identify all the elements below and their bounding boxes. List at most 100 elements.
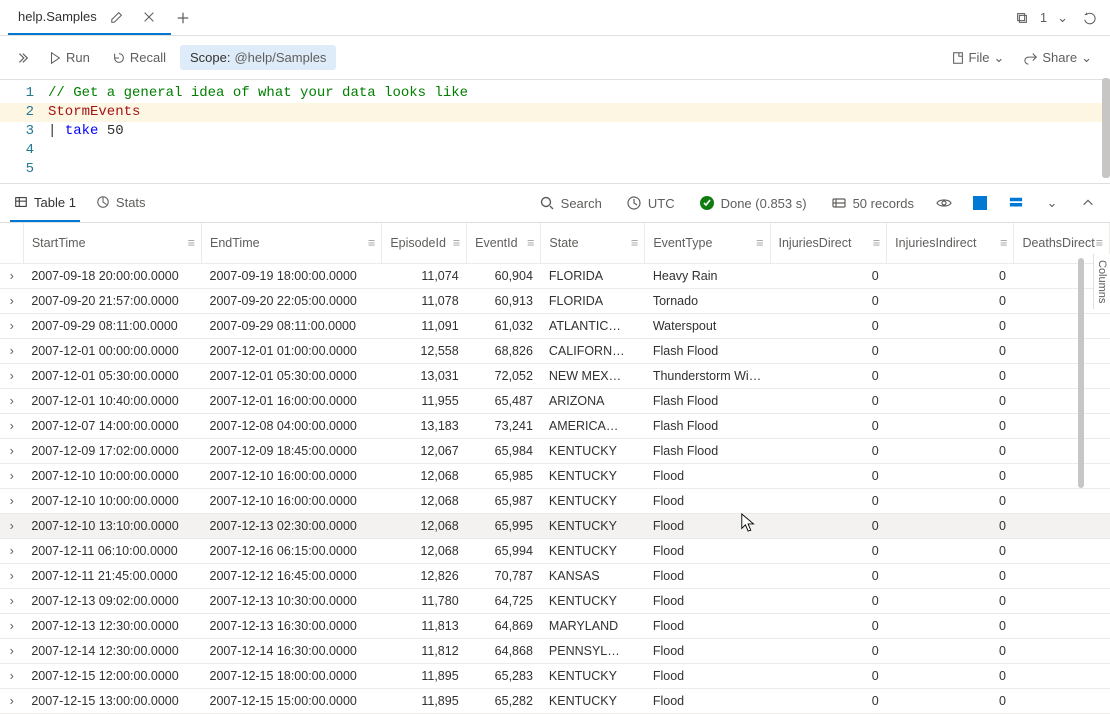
chevron-down-icon[interactable]: ⌄ — [1053, 10, 1072, 26]
table-row[interactable]: ›2007-12-10 10:00:00.00002007-12-10 16:0… — [0, 488, 1110, 513]
hamburger-icon[interactable]: ≡ — [631, 236, 638, 250]
expand-row-icon[interactable]: › — [10, 619, 14, 633]
expand-row-icon[interactable]: › — [10, 294, 14, 308]
table-row[interactable]: ›2007-12-13 09:02:00.00002007-12-13 10:3… — [0, 588, 1110, 613]
column-header[interactable]: StartTime≡ — [23, 223, 201, 263]
tab-active[interactable]: help.Samples — [8, 0, 171, 35]
table-row[interactable]: ›2007-12-11 06:10:00.00002007-12-16 06:1… — [0, 538, 1110, 563]
column-header[interactable]: State≡ — [541, 223, 645, 263]
vertical-scrollbar[interactable] — [1078, 258, 1086, 558]
table-cell — [1014, 338, 1110, 363]
editor-line[interactable]: 4 — [0, 141, 1110, 160]
add-tab-icon[interactable] — [171, 6, 195, 30]
editor-line[interactable]: 2StormEvents — [0, 103, 1110, 122]
table-cell: Flood — [645, 688, 770, 713]
table-cell: 0 — [770, 463, 887, 488]
table-cell: Flash Flood — [645, 338, 770, 363]
expand-row-icon[interactable]: › — [10, 344, 14, 358]
table-row[interactable]: ›2007-12-09 17:02:00.00002007-12-09 18:4… — [0, 438, 1110, 463]
expand-row-icon[interactable]: › — [10, 544, 14, 558]
expand-row-icon[interactable]: › — [10, 519, 14, 533]
tab-table[interactable]: Table 1 — [10, 184, 80, 222]
table-cell: 0 — [770, 263, 887, 288]
table-row[interactable]: ›2007-12-13 12:30:00.00002007-12-13 16:3… — [0, 613, 1110, 638]
table-cell: 13,183 — [382, 413, 467, 438]
table-row[interactable]: ›2007-12-10 13:10:00.00002007-12-13 02:3… — [0, 513, 1110, 538]
expand-row-icon[interactable]: › — [10, 269, 14, 283]
color-mode-icon[interactable] — [968, 191, 992, 215]
collapse-icon[interactable] — [1076, 191, 1100, 215]
search-button[interactable]: Search — [533, 195, 608, 211]
hamburger-icon[interactable]: ≡ — [1096, 236, 1103, 250]
expand-row-icon[interactable]: › — [10, 644, 14, 658]
expand-row-icon[interactable]: › — [10, 469, 14, 483]
hamburger-icon[interactable]: ≡ — [453, 236, 460, 250]
hamburger-icon[interactable]: ≡ — [756, 236, 763, 250]
table-row[interactable]: ›2007-12-10 10:00:00.00002007-12-10 16:0… — [0, 463, 1110, 488]
expand-row-icon[interactable]: › — [10, 369, 14, 383]
column-header[interactable]: EpisodeId≡ — [382, 223, 467, 263]
tab-stats[interactable]: Stats — [92, 184, 150, 222]
expand-row-icon[interactable]: › — [10, 444, 14, 458]
undo-icon[interactable] — [1078, 6, 1102, 30]
hamburger-icon[interactable]: ≡ — [368, 236, 375, 250]
hamburger-icon[interactable]: ≡ — [1000, 236, 1007, 250]
table-row[interactable]: ›2007-12-01 00:00:00.00002007-12-01 01:0… — [0, 338, 1110, 363]
column-header[interactable]: EndTime≡ — [202, 223, 382, 263]
file-button[interactable]: File ⌄ — [943, 46, 1013, 70]
table-cell: 11,091 — [382, 313, 467, 338]
table-cell: 0 — [770, 388, 887, 413]
table-row[interactable]: ›2007-12-14 12:30:00.00002007-12-14 16:3… — [0, 638, 1110, 663]
table-cell — [1014, 488, 1110, 513]
hamburger-icon[interactable]: ≡ — [188, 236, 195, 250]
table-row[interactable]: ›2007-12-11 21:45:00.00002007-12-12 16:4… — [0, 563, 1110, 588]
hamburger-icon[interactable]: ≡ — [873, 236, 880, 250]
table-row[interactable]: ›2007-12-07 14:00:00.00002007-12-08 04:0… — [0, 413, 1110, 438]
eye-icon[interactable] — [932, 191, 956, 215]
minimap-scrollbar[interactable] — [1102, 78, 1110, 178]
expand-row-icon[interactable]: › — [10, 319, 14, 333]
copy-icon[interactable] — [1010, 6, 1034, 30]
expand-row-icon[interactable]: › — [10, 694, 14, 708]
edit-icon[interactable] — [105, 5, 129, 29]
table-row[interactable]: ›2007-12-15 13:00:00.00002007-12-15 15:0… — [0, 688, 1110, 713]
chevron-down-icon[interactable]: ⌄ — [1040, 191, 1064, 215]
expand-icon[interactable] — [10, 46, 34, 70]
table-row[interactable]: ›2007-09-20 21:57:00.00002007-09-20 22:0… — [0, 288, 1110, 313]
expand-row-icon[interactable]: › — [10, 569, 14, 583]
column-header[interactable]: InjuriesIndirect≡ — [887, 223, 1014, 263]
scope-pill[interactable]: Scope: @help/Samples — [180, 45, 336, 70]
expand-row-icon[interactable]: › — [10, 494, 14, 508]
table-row[interactable]: ›2007-09-29 08:11:00.00002007-09-29 08:1… — [0, 313, 1110, 338]
table-cell: 2007-12-08 04:00:00.0000 — [202, 413, 382, 438]
columns-panel-tab[interactable]: Columns — [1093, 254, 1110, 309]
table-row[interactable]: ›2007-12-15 12:00:00.00002007-12-15 18:0… — [0, 663, 1110, 688]
close-icon[interactable] — [137, 5, 161, 29]
column-header[interactable]: EventType≡ — [645, 223, 770, 263]
code-editor[interactable]: 1// Get a general idea of what your data… — [0, 80, 1110, 183]
editor-line[interactable]: 3| take 50 — [0, 122, 1110, 141]
editor-line[interactable]: 5 — [0, 160, 1110, 179]
table-cell: 65,282 — [467, 688, 541, 713]
table-row[interactable]: ›2007-09-18 20:00:00.00002007-09-19 18:0… — [0, 263, 1110, 288]
table-cell: 64,869 — [467, 613, 541, 638]
column-header[interactable]: InjuriesDirect≡ — [770, 223, 887, 263]
layout-icon[interactable] — [1004, 191, 1028, 215]
editor-line[interactable]: 1// Get a general idea of what your data… — [0, 84, 1110, 103]
expand-row-icon[interactable]: › — [10, 419, 14, 433]
table-row[interactable]: ›2007-12-01 05:30:00.00002007-12-01 05:3… — [0, 363, 1110, 388]
expand-row-icon[interactable]: › — [10, 594, 14, 608]
hamburger-icon[interactable]: ≡ — [527, 236, 534, 250]
table-row[interactable]: ›2007-12-01 10:40:00.00002007-12-01 16:0… — [0, 388, 1110, 413]
expand-row-icon[interactable]: › — [10, 394, 14, 408]
expand-row-icon[interactable]: › — [10, 669, 14, 683]
table-cell: 0 — [770, 413, 887, 438]
column-header[interactable]: EventId≡ — [467, 223, 541, 263]
utc-button[interactable]: UTC — [620, 195, 681, 211]
table-cell: PENNSYL… — [541, 638, 645, 663]
table-cell: 65,994 — [467, 538, 541, 563]
run-button[interactable]: Run — [40, 46, 98, 69]
table-cell: 2007-12-10 10:00:00.0000 — [23, 488, 201, 513]
recall-button[interactable]: Recall — [104, 46, 174, 69]
share-button[interactable]: Share ⌄ — [1016, 46, 1100, 70]
